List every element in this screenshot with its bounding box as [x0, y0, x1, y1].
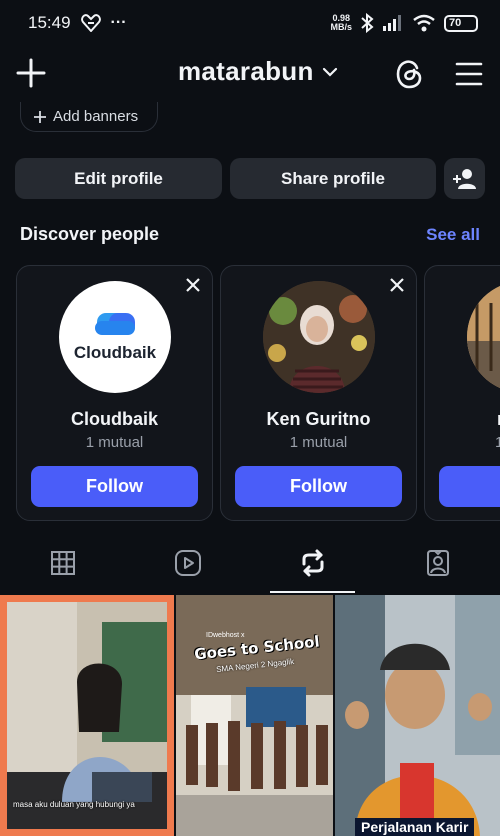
- suggestion-name[interactable]: Ken Guritno: [221, 409, 416, 430]
- wifi-icon: [413, 14, 435, 32]
- follow-button[interactable]: Follow: [31, 466, 198, 507]
- dismiss-icon[interactable]: [184, 276, 202, 294]
- battery-indicator: 70: [444, 14, 478, 32]
- post-thumbnail: [7, 602, 167, 829]
- suggestion-card: r 1 F: [424, 265, 500, 521]
- discover-people-button[interactable]: [444, 158, 485, 199]
- profile-header: matarabun: [0, 50, 500, 98]
- mutual-count: 1: [495, 434, 500, 451]
- reels-icon: [174, 550, 201, 576]
- dismiss-icon[interactable]: [388, 276, 406, 294]
- post-caption: masa aku duluan yang hubungi ya: [13, 800, 135, 809]
- chevron-down-icon: [322, 67, 337, 77]
- add-banners-label: Add banners: [53, 108, 139, 125]
- repost-icon: [302, 549, 323, 577]
- plus-icon: [34, 110, 46, 123]
- tab-reels[interactable]: [125, 533, 250, 593]
- battery-level: 70: [449, 17, 462, 29]
- tab-reposts[interactable]: [250, 533, 375, 593]
- profile-photo: [263, 281, 375, 393]
- cloud-logo-icon: [95, 313, 135, 335]
- follow-button[interactable]: F: [439, 466, 500, 507]
- suggestion-card: Cloudbaik Cloudbaik 1 mutual Follow: [16, 265, 213, 521]
- account-name: matarabun: [178, 56, 314, 86]
- avatar[interactable]: [467, 281, 500, 393]
- profile-photo: [467, 281, 500, 393]
- account-switcher[interactable]: matarabun: [178, 56, 338, 87]
- network-speed-unit: MB/s: [330, 22, 352, 32]
- profile-tabs: [0, 533, 500, 593]
- avatar[interactable]: Cloudbaik: [59, 281, 171, 393]
- post-title-text: Perjalanan Karir: [355, 818, 475, 836]
- post-thumbnail: [335, 595, 500, 836]
- share-profile-button[interactable]: Share profile: [230, 158, 436, 199]
- edit-profile-button[interactable]: Edit profile: [15, 158, 222, 199]
- avatar[interactable]: [263, 281, 375, 393]
- media-grid: masa aku duluan yang hubungi ya IDwebhos…: [0, 595, 500, 836]
- network-speed: 0.98 MB/s: [330, 14, 352, 32]
- suggestion-carousel[interactable]: Cloudbaik Cloudbaik 1 mutual Follow Ken …: [16, 265, 500, 521]
- post-brand-text: IDwebhost x: [206, 632, 245, 639]
- add-person-icon: [452, 168, 476, 189]
- bluetooth-icon: [361, 13, 374, 33]
- cloudbaik-logo-text: Cloudbaik: [73, 343, 157, 362]
- grid-post[interactable]: masa aku duluan yang hubungi ya: [0, 595, 174, 836]
- grid-icon: [50, 551, 75, 575]
- cellular-signal-icon: [383, 15, 401, 31]
- tab-grid[interactable]: [0, 533, 125, 593]
- grid-post[interactable]: Perjalanan Karir: [335, 595, 500, 836]
- status-bar: 15:49 ··· 0.98 MB/s 70: [0, 0, 500, 46]
- discover-people-title: Discover people: [20, 224, 160, 244]
- profile-actions: Edit profile Share profile: [15, 158, 485, 199]
- more-notifications-icon: ···: [110, 14, 127, 31]
- create-plus-icon[interactable]: [14, 56, 48, 90]
- post-thumbnail: [176, 595, 333, 836]
- status-time: 15:49: [28, 13, 71, 32]
- discover-people-header: Discover people See all: [20, 224, 480, 245]
- tab-tagged[interactable]: [375, 533, 500, 593]
- mutual-count: 1 mutual: [85, 434, 144, 451]
- see-all-link[interactable]: See all: [426, 225, 480, 245]
- notification-heart-icon: [80, 14, 101, 32]
- tagged-person-icon: [426, 550, 449, 576]
- add-banners-button[interactable]: Add banners: [20, 102, 158, 132]
- mutual-count: 1 mutual: [289, 434, 348, 451]
- menu-icon[interactable]: [453, 58, 485, 90]
- grid-post[interactable]: IDwebhost x Goes to School SMA Negeri 2 …: [176, 595, 333, 836]
- active-tab-indicator: [270, 591, 355, 593]
- suggestion-name[interactable]: Cloudbaik: [17, 409, 212, 430]
- follow-button[interactable]: Follow: [235, 466, 402, 507]
- suggestion-card: Ken Guritno 1 mutual Follow: [220, 265, 417, 521]
- threads-icon[interactable]: [391, 56, 427, 92]
